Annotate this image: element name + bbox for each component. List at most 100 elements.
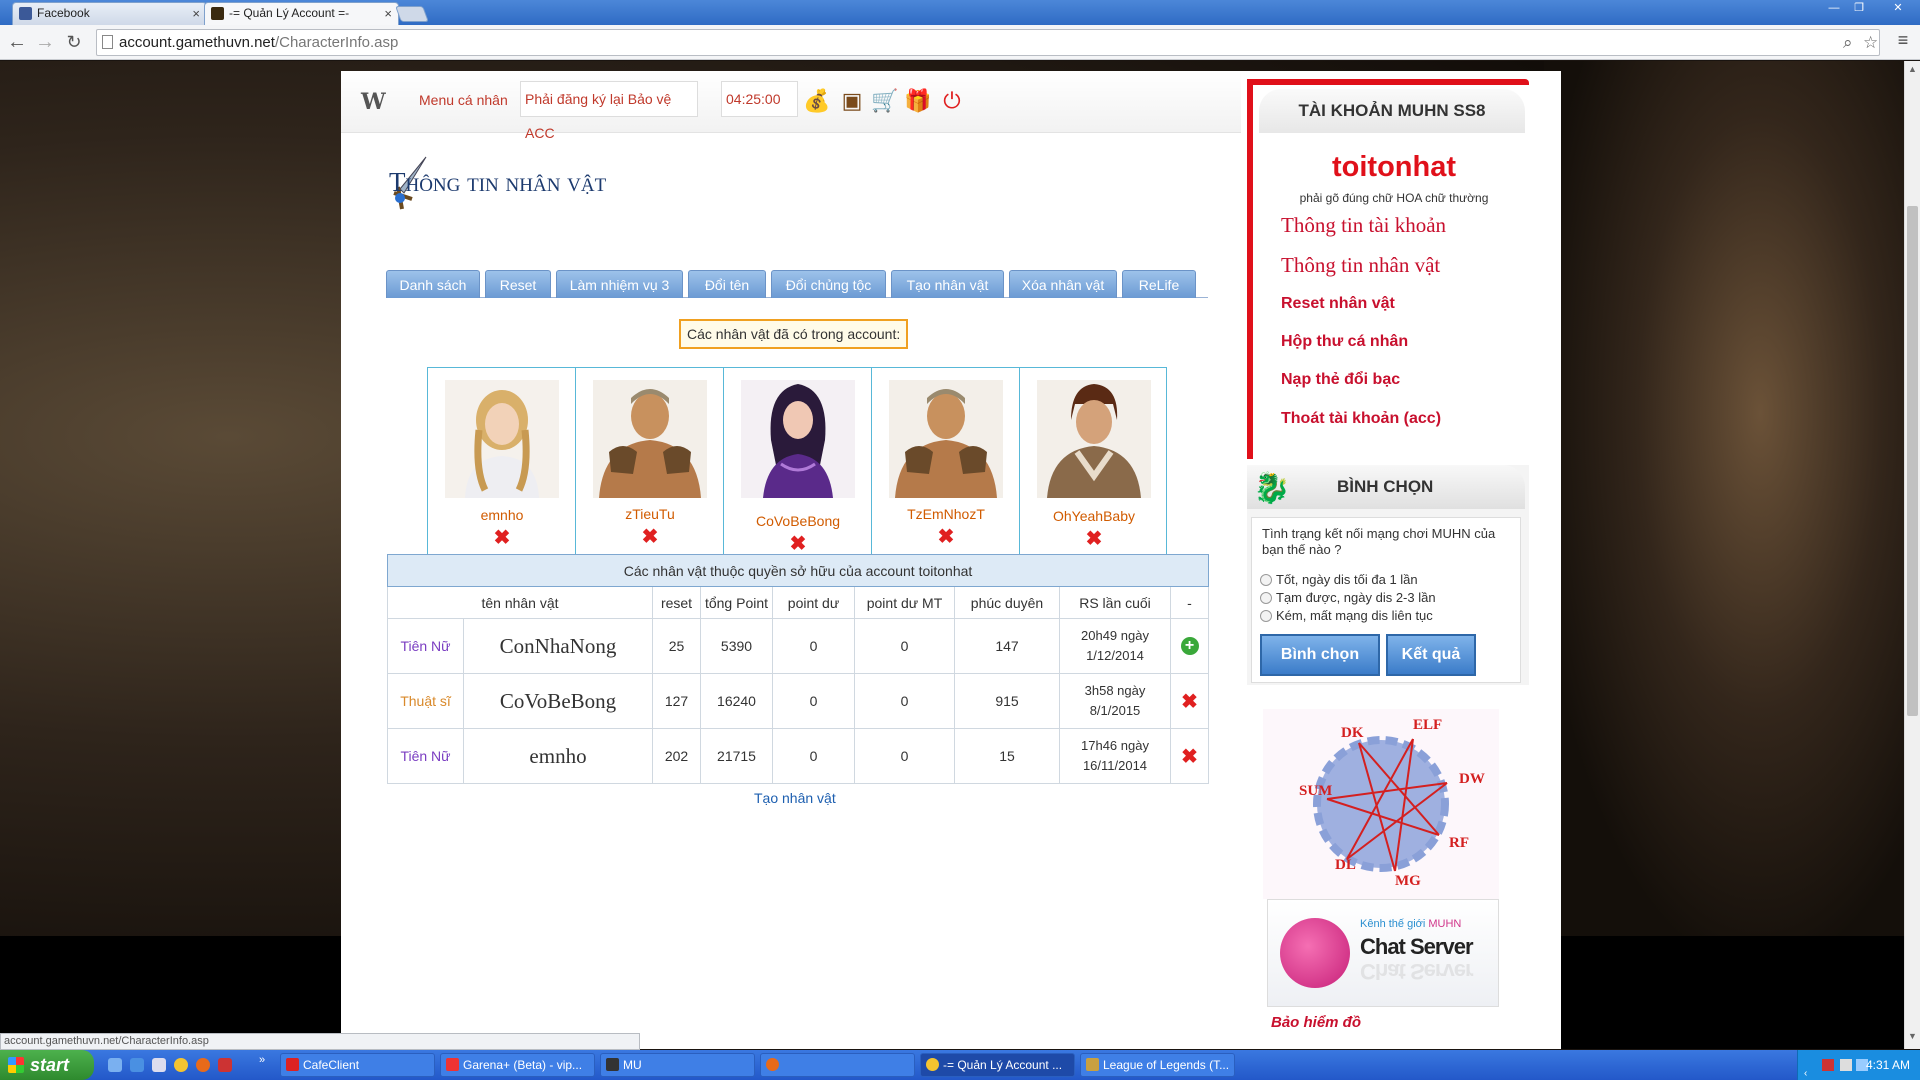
add-icon[interactable]: + — [1180, 637, 1199, 655]
radio-button[interactable] — [1260, 592, 1272, 604]
browser-menu-icon[interactable]: ≡ — [1893, 30, 1913, 50]
delete-x-icon[interactable]: ✖ — [640, 527, 660, 547]
link-character-info[interactable]: Thông tin nhân vật — [1281, 253, 1440, 278]
results-button[interactable]: Kết quả — [1386, 634, 1476, 676]
delete-x-icon[interactable]: ✖ — [936, 527, 956, 547]
link-topup[interactable]: Nạp thẻ đổi bạc — [1281, 371, 1400, 389]
power-icon[interactable]: ⏻ — [938, 88, 966, 114]
network-icon[interactable] — [1822, 1059, 1834, 1071]
tab-doi-ten[interactable]: Đổi tên — [688, 270, 766, 298]
character-name[interactable]: zTieuTu — [576, 506, 724, 522]
chat-server-banner[interactable]: Kênh thế giới MUHN Chat Server Chat Serv… — [1267, 899, 1499, 1007]
vote-button[interactable]: Bình chọn — [1260, 634, 1380, 676]
volume-icon[interactable] — [1840, 1059, 1852, 1071]
radio-button[interactable] — [1260, 574, 1272, 586]
close-icon[interactable]: × — [192, 3, 200, 24]
tab-lam-nhiem-vu-3[interactable]: Làm nhiệm vụ 3 — [556, 270, 683, 298]
tab-facebook[interactable]: Facebook × — [12, 2, 207, 25]
link-inbox[interactable]: Hộp thư cá nhân — [1281, 333, 1408, 351]
create-character-link[interactable]: Tạo nhân vật — [754, 790, 836, 806]
phuc-duyen: 15 — [954, 728, 1060, 784]
delete-x-icon[interactable]: ✖ — [1181, 746, 1198, 768]
class-relationship-diagram[interactable]: DK ELF DW RF MG DL SUM — [1263, 709, 1499, 899]
forward-icon[interactable]: → — [32, 29, 58, 55]
app-icon[interactable] — [218, 1058, 232, 1072]
character-name[interactable]: TzEmNhozT — [872, 506, 1020, 522]
character-card[interactable]: zTieuTu ✖ — [576, 368, 724, 566]
row-action[interactable]: + — [1170, 618, 1209, 674]
delete-x-icon[interactable]: ✖ — [788, 534, 808, 554]
scroll-up-icon[interactable]: ▲ — [1908, 64, 1917, 74]
poll-option[interactable]: Tốt, ngày dis tối đa 1 lần — [1260, 572, 1418, 587]
scroll-thumb[interactable] — [1907, 206, 1918, 716]
character-card[interactable]: OhYeahBaby ✖ — [1020, 368, 1168, 566]
column-header: reset — [652, 586, 701, 619]
shopping-cart-icon[interactable]: 🛒 — [871, 88, 899, 114]
page-viewport: W Menu cá nhân Phải đăng ký lại Bảo vệ A… — [0, 61, 1904, 1049]
poll-option-label: Tốt, ngày dis tối đa 1 lần — [1276, 572, 1418, 587]
firefox-icon[interactable] — [196, 1058, 210, 1072]
close-icon[interactable]: × — [384, 3, 392, 24]
minimize-icon[interactable]: — — [1822, 1, 1846, 15]
radio-button[interactable] — [1260, 610, 1272, 622]
delete-x-icon[interactable]: ✖ — [1181, 691, 1198, 713]
delete-x-icon[interactable]: ✖ — [492, 528, 512, 548]
ie-icon[interactable] — [130, 1058, 144, 1072]
reload-icon[interactable]: ↻ — [61, 29, 87, 55]
row-action[interactable]: ✖ — [1170, 728, 1209, 784]
new-tab-button[interactable] — [395, 6, 429, 22]
restore-icon[interactable]: ❐ — [1847, 1, 1871, 15]
character-card[interactable]: CoVoBeBong ✖ — [724, 368, 872, 566]
treasure-chest-icon[interactable]: ▣ — [838, 88, 866, 114]
right-sidebar: TÀI KHOẢN MUHN SS8 toitonhat phải gõ đún… — [1245, 79, 1547, 1049]
tab-quan-ly-account[interactable]: -= Quản Lý Account =- × — [204, 2, 399, 25]
delete-x-icon[interactable]: ✖ — [1084, 529, 1104, 549]
character-name[interactable]: emnho — [428, 507, 576, 523]
gift-icon[interactable]: 🎁 — [904, 88, 932, 114]
poll-option[interactable]: Tạm được, ngày dis 2-3 lần — [1260, 590, 1436, 605]
back-icon[interactable]: ← — [4, 29, 30, 55]
tab-danh-sach[interactable]: Danh sách — [386, 270, 480, 298]
character-name[interactable]: OhYeahBaby — [1020, 508, 1168, 524]
account-protection-notice[interactable]: Phải đăng ký lại Bảo vệ ACC — [520, 81, 698, 141]
taskbar-item[interactable]: Garena+ (Beta) - vip... — [440, 1053, 595, 1077]
last-reset: 3h58 ngày 8/1/2015 — [1059, 673, 1171, 729]
site-logo[interactable]: W — [361, 89, 386, 115]
taskbar-item[interactable]: MU — [600, 1053, 755, 1077]
tab-tao-nhan-vat[interactable]: Tạo nhân vật — [891, 270, 1004, 298]
character-card[interactable]: emnho ✖ — [428, 368, 576, 566]
character-card[interactable]: TzEmNhozT ✖ — [872, 368, 1020, 566]
poll-panel: 🐉 BÌNH CHỌN Tình trạng kết nối mạng chơi… — [1247, 465, 1529, 685]
link-reset-character[interactable]: Reset nhân vật — [1281, 295, 1395, 313]
poll-title: BÌNH CHỌN — [1337, 477, 1434, 496]
taskbar-item[interactable]: -= Quản Lý Account ... — [920, 1053, 1075, 1077]
tray-expand-icon[interactable]: ‹ — [1804, 1059, 1816, 1079]
tab-relife[interactable]: ReLife — [1122, 270, 1196, 298]
bookmark-star-icon[interactable]: ☆ — [1863, 30, 1878, 55]
scroll-down-icon[interactable]: ▼ — [1908, 1031, 1917, 1041]
tab-reset[interactable]: Reset — [485, 270, 551, 298]
poll-question: Tình trạng kết nối mạng chơi MUHN của bạ… — [1262, 526, 1496, 557]
insurance-banner[interactable]: Bảo hiểm đồ — [1271, 1014, 1361, 1031]
character-name[interactable]: CoVoBeBong — [724, 513, 872, 529]
media-icon[interactable] — [152, 1058, 166, 1072]
chrome-icon[interactable] — [174, 1058, 188, 1072]
row-action[interactable]: ✖ — [1170, 673, 1209, 729]
show-desktop-icon[interactable] — [108, 1058, 122, 1072]
tab-xoa-nhan-vat[interactable]: Xóa nhân vật — [1009, 270, 1117, 298]
taskbar-item[interactable] — [760, 1053, 915, 1077]
poll-option[interactable]: Kém, mất mạng dis liên tục — [1260, 608, 1433, 623]
page-scrollbar[interactable]: ▲ ▼ — [1904, 61, 1920, 1049]
window-close-icon[interactable]: ✕ — [1886, 1, 1910, 15]
address-bar[interactable]: account.gamethuvn.net/CharacterInfo.asp … — [96, 29, 1880, 56]
link-logout[interactable]: Thoát tài khoản (acc) — [1281, 410, 1441, 428]
zoom-icon[interactable]: ⌕ — [1843, 30, 1853, 55]
quicklaunch-overflow-icon[interactable]: » — [259, 1054, 265, 1066]
link-account-info[interactable]: Thông tin tài khoản — [1281, 213, 1446, 238]
money-bag-icon[interactable]: 💰 — [803, 88, 831, 114]
personal-menu-link[interactable]: Menu cá nhân — [419, 92, 508, 108]
start-button[interactable]: start — [0, 1050, 94, 1080]
taskbar-item[interactable]: League of Legends (T... — [1080, 1053, 1235, 1077]
taskbar-item[interactable]: CafeClient — [280, 1053, 435, 1077]
tab-doi-chung-toc[interactable]: Đổi chủng tộc — [771, 270, 886, 298]
